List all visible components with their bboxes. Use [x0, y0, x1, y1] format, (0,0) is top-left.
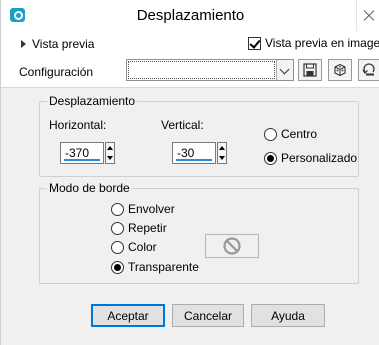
- no-color-icon: [223, 237, 241, 255]
- preview-label: Vista previa: [32, 37, 95, 51]
- random-button[interactable]: [328, 59, 352, 81]
- radio-repeat[interactable]: Repetir: [111, 221, 167, 235]
- radio-custom[interactable]: Personalizado: [264, 151, 357, 165]
- image-preview-label: Vista previa en imagen: [265, 36, 379, 50]
- color-swatch-button[interactable]: [205, 234, 259, 258]
- preview-panel: Vista previa Vista previa en imagen Conf…: [1, 31, 379, 87]
- edge-mode-group: Modo de borde: [39, 181, 359, 284]
- horizontal-label: Horizontal:: [49, 118, 107, 132]
- image-preview-checkbox[interactable]: Vista previa en imagen: [248, 36, 379, 50]
- dialog-window: Desplazamiento Vista previa Vista previa…: [0, 0, 379, 345]
- vertical-label: Vertical:: [161, 118, 204, 132]
- edge-mode-group-title: Modo de borde: [47, 181, 132, 195]
- section-divider: [1, 87, 379, 88]
- arrow-down-icon[interactable]: [219, 156, 225, 160]
- expand-arrow-icon: [21, 40, 26, 48]
- save-preset-icon: [303, 63, 317, 77]
- vertical-stepper[interactable]: [217, 142, 227, 164]
- radio-center-label: Centro: [281, 127, 318, 141]
- radio-icon[interactable]: [264, 151, 277, 165]
- radio-wrap-label: Envolver: [128, 202, 175, 216]
- preset-select[interactable]: [126, 59, 294, 81]
- radio-icon[interactable]: [111, 260, 124, 274]
- arrow-up-icon[interactable]: [107, 146, 113, 150]
- window-title: Desplazamiento: [136, 7, 245, 24]
- arrow-up-icon[interactable]: [219, 146, 225, 150]
- radio-transparent[interactable]: Transparente: [111, 260, 199, 274]
- radio-icon[interactable]: [111, 202, 124, 216]
- arrow-down-icon[interactable]: [107, 156, 113, 160]
- random-icon: [334, 63, 346, 77]
- radio-icon[interactable]: [111, 221, 124, 235]
- chevron-down-icon[interactable]: [276, 60, 293, 80]
- horizontal-spinner[interactable]: -370: [60, 142, 115, 164]
- radio-icon[interactable]: [111, 240, 124, 254]
- ok-button[interactable]: Aceptar: [91, 304, 165, 327]
- radio-custom-label: Personalizado: [281, 151, 358, 165]
- title-bar[interactable]: Desplazamiento: [1, 0, 379, 31]
- radio-repeat-label: Repetir: [128, 221, 167, 235]
- save-preset-button[interactable]: [298, 59, 322, 81]
- radio-color-label: Color: [128, 240, 157, 254]
- radio-transparent-label: Transparente: [128, 260, 199, 274]
- vertical-spinner[interactable]: -30: [172, 142, 227, 164]
- radio-icon[interactable]: [264, 127, 277, 141]
- radio-color[interactable]: Color: [111, 240, 157, 254]
- help-button[interactable]: Ayuda: [251, 304, 325, 327]
- config-label: Configuración: [19, 65, 94, 79]
- preview-toggle[interactable]: Vista previa: [21, 37, 94, 51]
- cancel-button[interactable]: Cancelar: [172, 304, 244, 327]
- radio-wrap[interactable]: Envolver: [111, 202, 175, 216]
- offset-group-title: Desplazamiento: [47, 94, 138, 108]
- vertical-input[interactable]: -30: [172, 142, 216, 164]
- reset-icon: [362, 63, 375, 76]
- radio-center[interactable]: Centro: [264, 127, 317, 141]
- close-button[interactable]: [356, 0, 379, 31]
- checkbox-icon[interactable]: [248, 36, 261, 50]
- horizontal-stepper[interactable]: [105, 142, 115, 164]
- horizontal-input[interactable]: -370: [60, 142, 104, 164]
- preset-field[interactable]: [128, 61, 275, 79]
- reset-button[interactable]: [358, 59, 379, 81]
